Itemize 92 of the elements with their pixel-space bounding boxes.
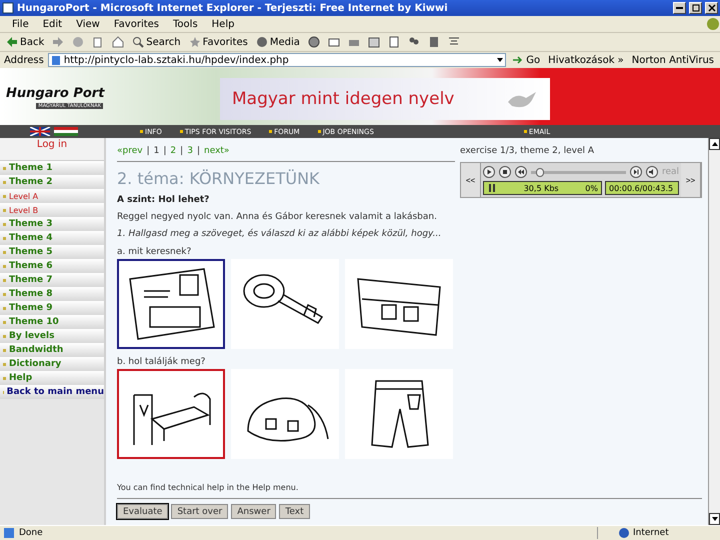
sidebar-item[interactable]: Help: [0, 371, 104, 385]
page-link[interactable]: 3: [187, 146, 193, 156]
player-status-display: 30,5 Kbs 0%: [483, 181, 602, 195]
forward-arrow-icon: [52, 36, 64, 48]
sidebar-item[interactable]: Theme 1: [0, 161, 104, 175]
sidebar-item[interactable]: Dictionary: [0, 357, 104, 371]
restore-icon: [690, 3, 700, 13]
maximize-button[interactable]: [689, 2, 702, 14]
scroll-up-icon: [710, 140, 718, 148]
star-icon: [188, 36, 201, 48]
pager-separator: |: [180, 146, 184, 156]
intro-text: Reggel negyed nyolc van. Anna és Gábor keresnek valamit a lakásban.: [117, 212, 438, 222]
links-button[interactable]: Hivatkozások »: [546, 52, 626, 68]
prev-link[interactable]: «prev: [117, 146, 143, 156]
seek-thumb[interactable]: [536, 168, 544, 176]
menu-item[interactable]: View: [70, 18, 106, 30]
banner-text: Magyar mint idegen nyelv: [232, 89, 454, 109]
pause-icon: [487, 183, 497, 193]
home-icon: [112, 36, 124, 48]
sidebar-item[interactable]: By levels: [0, 329, 104, 343]
sidebar-item[interactable]: Level A: [0, 189, 104, 203]
action-button[interactable]: Text: [279, 504, 310, 519]
status-text: Done: [19, 528, 44, 538]
page-link[interactable]: 2: [170, 146, 176, 156]
menu-item[interactable]: Edit: [36, 18, 68, 30]
level-subheading: A szint: Hol lehet?: [117, 195, 210, 205]
answer-picture[interactable]: [117, 259, 225, 349]
rewind-icon: [515, 166, 527, 178]
sidebar-item[interactable]: Bandwidth: [0, 343, 104, 357]
logo-text: Hungaro Port: [6, 84, 106, 102]
window-title: HungaroPort - Microsoft Internet Explorer - Terjeszti: Free Internet by Kiwwi: [17, 2, 449, 14]
go-arrow-icon: [512, 54, 524, 66]
login-link[interactable]: Log in: [0, 138, 104, 161]
minimize-button[interactable]: [673, 2, 686, 14]
go-button[interactable]: Go: [510, 52, 542, 68]
address-label: Address: [4, 54, 44, 66]
scrollbar[interactable]: [708, 138, 720, 525]
norton-antivirus-button[interactable]: Norton AntiVirus: [630, 52, 716, 68]
help-note: You can find technical help in the Help menu.: [117, 483, 300, 494]
zone-text: Internet: [633, 528, 669, 538]
sidebar-item[interactable]: Theme 10: [0, 315, 104, 329]
sidebar-item[interactable]: Back to main menu: [0, 385, 104, 399]
close-icon: [706, 3, 716, 13]
previous-button[interactable]: <<: [461, 163, 481, 197]
pager-separator: |: [146, 146, 150, 156]
menu-item[interactable]: File: [6, 18, 35, 30]
action-button[interactable]: Answer: [231, 504, 276, 519]
next-link[interactable]: next»: [204, 146, 230, 156]
pager-separator: |: [196, 146, 200, 156]
sidebar-item[interactable]: Theme 2: [0, 175, 104, 189]
pager-separator: |: [163, 146, 166, 156]
action-button[interactable]: Start over: [171, 504, 228, 519]
sidebar-item[interactable]: Level B: [0, 203, 104, 217]
exercise-heading: 2. téma: KÖRNYEZETÜNK: [117, 169, 321, 188]
search-icon: [132, 36, 144, 48]
close-button[interactable]: [705, 2, 718, 14]
history-button[interactable]: [306, 34, 322, 50]
sidebar-item[interactable]: Theme 6: [0, 259, 104, 273]
sidebar-item[interactable]: Theme 5: [0, 245, 104, 259]
scroll-down-icon: [710, 515, 718, 523]
player-brand: real: [662, 167, 679, 177]
home-button[interactable]: [110, 34, 126, 50]
sidebar-item[interactable]: Theme 8: [0, 287, 104, 301]
back-button[interactable]: Back: [4, 34, 46, 50]
menu-item[interactable]: Tools: [167, 18, 204, 30]
next-button[interactable]: >>: [681, 163, 701, 197]
document-icon: [388, 36, 400, 48]
question-label: b. hol találják meg?: [117, 357, 206, 367]
back-arrow-icon: [6, 36, 18, 48]
play-icon: [483, 166, 495, 178]
search-button[interactable]: Search: [130, 34, 183, 50]
minimize-icon: [676, 7, 683, 9]
seek-track[interactable]: [531, 170, 626, 174]
page-link[interactable]: 1: [154, 146, 160, 156]
favorites-button[interactable]: Favorites: [186, 34, 250, 50]
player-time-display: 00:00.6/00:43.5: [605, 181, 679, 195]
action-button[interactable]: Evaluate: [117, 504, 168, 519]
menu-item[interactable]: Help: [206, 18, 240, 30]
sidebar-item[interactable]: Theme 3: [0, 217, 104, 231]
skip-icon: [630, 166, 642, 178]
instruction-text: 1. Hallgasd meg a szöveget, és válaszd ki az alábbi képek közül, hogy...: [117, 229, 442, 239]
sidebar-item[interactable]: Theme 9: [0, 301, 104, 315]
answer-picture[interactable]: [117, 369, 225, 459]
flags-icon: [30, 127, 80, 136]
question-label: a. mit keresnek?: [117, 247, 192, 257]
sidebar-item[interactable]: Theme 4: [0, 231, 104, 245]
menu-item[interactable]: Favorites: [108, 18, 166, 30]
exercise-info: exercise 1/3, theme 2, level A: [460, 146, 596, 156]
media-button[interactable]: Media: [254, 34, 302, 50]
volume-icon: [646, 166, 658, 178]
sidebar-item[interactable]: Theme 7: [0, 273, 104, 287]
address-field[interactable]: http://pintyclo-lab.sztaki.hu/hpdev/index.php: [48, 53, 506, 67]
